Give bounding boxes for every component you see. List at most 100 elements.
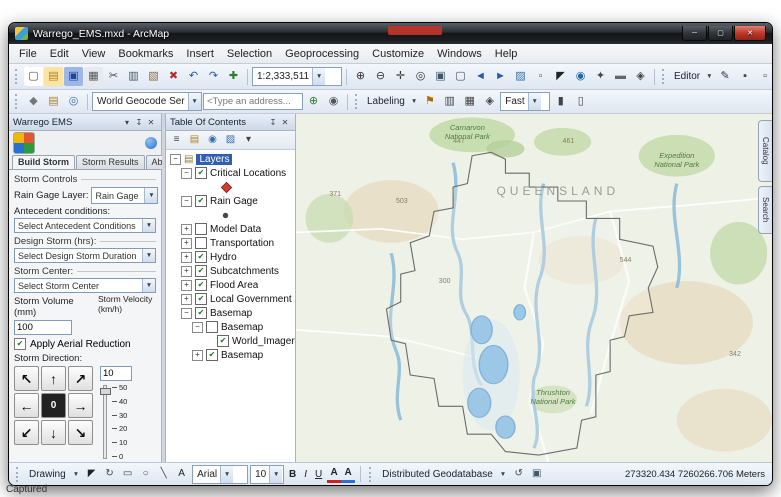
zoom-in-icon[interactable]: ⊕ [351,67,370,86]
label-weight-ranking-icon[interactable]: ▦ [460,92,479,111]
layer-row[interactable]: + ✔ Hydro [166,250,295,264]
copy-icon[interactable]: ▥ [124,67,143,86]
go-to-xy-icon[interactable]: ◈ [631,67,650,86]
measure-icon[interactable]: ▬ [611,67,630,86]
label-manager-icon[interactable]: ⚑ [420,92,439,111]
sketch-tool-icon[interactable]: ▫ [756,67,773,86]
chevron-down-icon[interactable]: ▼ [528,93,541,110]
toolbar-grip[interactable] [662,69,667,84]
layer-visibility-checkbox[interactable]: ✔ [195,251,207,263]
create-replica-icon[interactable]: ▣ [528,466,545,483]
layer-row[interactable] [166,180,295,194]
layer-label[interactable]: Basemap [221,322,263,333]
expander-icon[interactable]: + [181,224,192,235]
slider-track[interactable] [100,383,109,461]
toolbar-grip[interactable] [16,467,21,482]
add-data-icon[interactable]: ✚ [224,67,243,86]
layer-row[interactable]: + ✔ Flood Area [166,278,295,292]
map-scale-combo[interactable]: 1:2,333,511 ▼ [252,67,342,86]
snapping-icon[interactable]: ◆ [24,92,43,111]
layer-row[interactable]: − Basemap [166,320,295,334]
layer-label[interactable]: Flood Area [210,280,258,291]
layer-label[interactable]: Local Government [210,294,292,305]
layer-visibility-checkbox[interactable]: ✔ [195,293,207,305]
menu-item[interactable]: Edit [44,46,75,62]
paste-icon[interactable]: ▧ [144,67,163,86]
close-icon[interactable]: ✕ [279,116,291,128]
chevron-down-icon[interactable]: ▼ [144,188,157,203]
direction-s-button[interactable]: ↓ [41,420,66,445]
storm-volume-input[interactable] [14,320,72,335]
layer-label[interactable]: Subcatchments [210,266,279,277]
layer-label[interactable]: Hydro [210,252,237,263]
layer-row[interactable]: + ✔ Subcatchments [166,264,295,278]
direction-se-button[interactable]: ↘ [68,420,93,445]
expander-icon[interactable]: − [170,154,181,165]
toc-header[interactable]: Table Of Contents ↧✕ [166,114,295,131]
next-extent-icon[interactable]: ► [491,67,510,86]
apply-aerial-checkbox[interactable]: ✔ [14,338,26,350]
underline-button[interactable]: U [312,467,325,481]
font-size-combo[interactable]: 10 ▼ [250,465,284,484]
expander-icon[interactable]: + [192,350,203,361]
expander-icon[interactable]: + [181,252,192,263]
map-view[interactable]: Carnarvon National ParkExpedition Nation… [296,114,772,462]
antecedent-combo[interactable]: Select Antecedent Conditions ▼ [14,218,156,233]
help-icon[interactable] [145,137,157,149]
direction-sw-button[interactable]: ↙ [14,420,39,445]
toolbar-grip[interactable] [355,94,360,109]
font-family-combo[interactable]: Arial ▼ [192,465,248,484]
italic-button[interactable]: I [299,467,312,481]
expander-icon[interactable]: − [181,196,192,207]
toolbar-grip[interactable] [15,94,20,109]
menu-item[interactable]: Selection [221,46,278,62]
expander-icon[interactable]: − [181,168,192,179]
layers-root-label[interactable]: Layers [196,154,232,165]
menu-item[interactable]: Customize [366,46,430,62]
list-by-selection-icon[interactable]: ▨ [222,132,239,149]
line-tool-icon[interactable]: ╲ [155,466,172,483]
select-elements-icon[interactable]: ◤ [83,466,100,483]
rain-gage-combo[interactable]: Rain Gage ▼ [91,187,158,204]
list-by-visibility-icon[interactable]: ◉ [204,132,221,149]
list-by-source-icon[interactable]: ▤ [186,132,203,149]
direction-e-button[interactable]: → [68,393,93,418]
direction-w-button[interactable]: ← [14,393,39,418]
layer-label[interactable]: Critical Locations [210,168,286,179]
pan-icon[interactable]: ✛ [391,67,410,86]
layer-row[interactable]: + ✔ Basemap [166,348,295,362]
layer-visibility-checkbox[interactable] [206,321,218,333]
menu-item[interactable]: Insert [180,46,220,62]
layer-row[interactable]: + Model Data [166,222,295,236]
expander-icon[interactable] [203,336,214,347]
label-engine-combo[interactable]: Fast ▼ [500,92,550,111]
close-icon[interactable]: ✕ [145,116,157,128]
storm-center-combo[interactable]: Select Storm Center ▼ [14,278,156,293]
labeling-toolbar-label[interactable]: Labeling [364,96,408,107]
chevron-down-icon[interactable]: ▼ [142,219,155,232]
layer-label[interactable]: World_Imagery [232,336,295,347]
layer-label[interactable]: Rain Gage [210,196,258,207]
layer-visibility-checkbox[interactable]: ✔ [195,167,207,179]
redo-icon[interactable]: ↷ [204,67,223,86]
panel-header[interactable]: Warrego EMS ▾↧✕ [9,114,161,131]
layer-row[interactable] [166,208,295,222]
layer-label[interactable]: Basemap [221,350,263,361]
view-unplaced-labels-icon[interactable]: ▯ [571,92,590,111]
edit-vertices-icon[interactable]: ▪ [736,67,755,86]
layer-row[interactable]: − ✔ Basemap [166,306,295,320]
full-extent-icon[interactable]: ◎ [411,67,430,86]
fixed-zoom-in-icon[interactable]: ▣ [431,67,450,86]
layer-visibility-checkbox[interactable] [195,223,207,235]
select-features-icon[interactable]: ▨ [511,67,530,86]
layer-row[interactable]: + ✔ Local Government [166,292,295,306]
synchronize-changes-icon[interactable]: ↺ [510,466,527,483]
new-document-icon[interactable]: ▢ [24,67,43,86]
dock-tab[interactable]: Search [758,186,772,234]
direction-center-button[interactable]: 0 [41,393,66,418]
close-button[interactable]: ✕ [734,26,766,41]
chevron-down-icon[interactable]: ▼ [312,68,325,85]
toolbar-grip[interactable] [369,467,374,482]
layer-visibility-checkbox[interactable]: ✔ [195,195,207,207]
toolbar-grip[interactable] [15,69,20,84]
